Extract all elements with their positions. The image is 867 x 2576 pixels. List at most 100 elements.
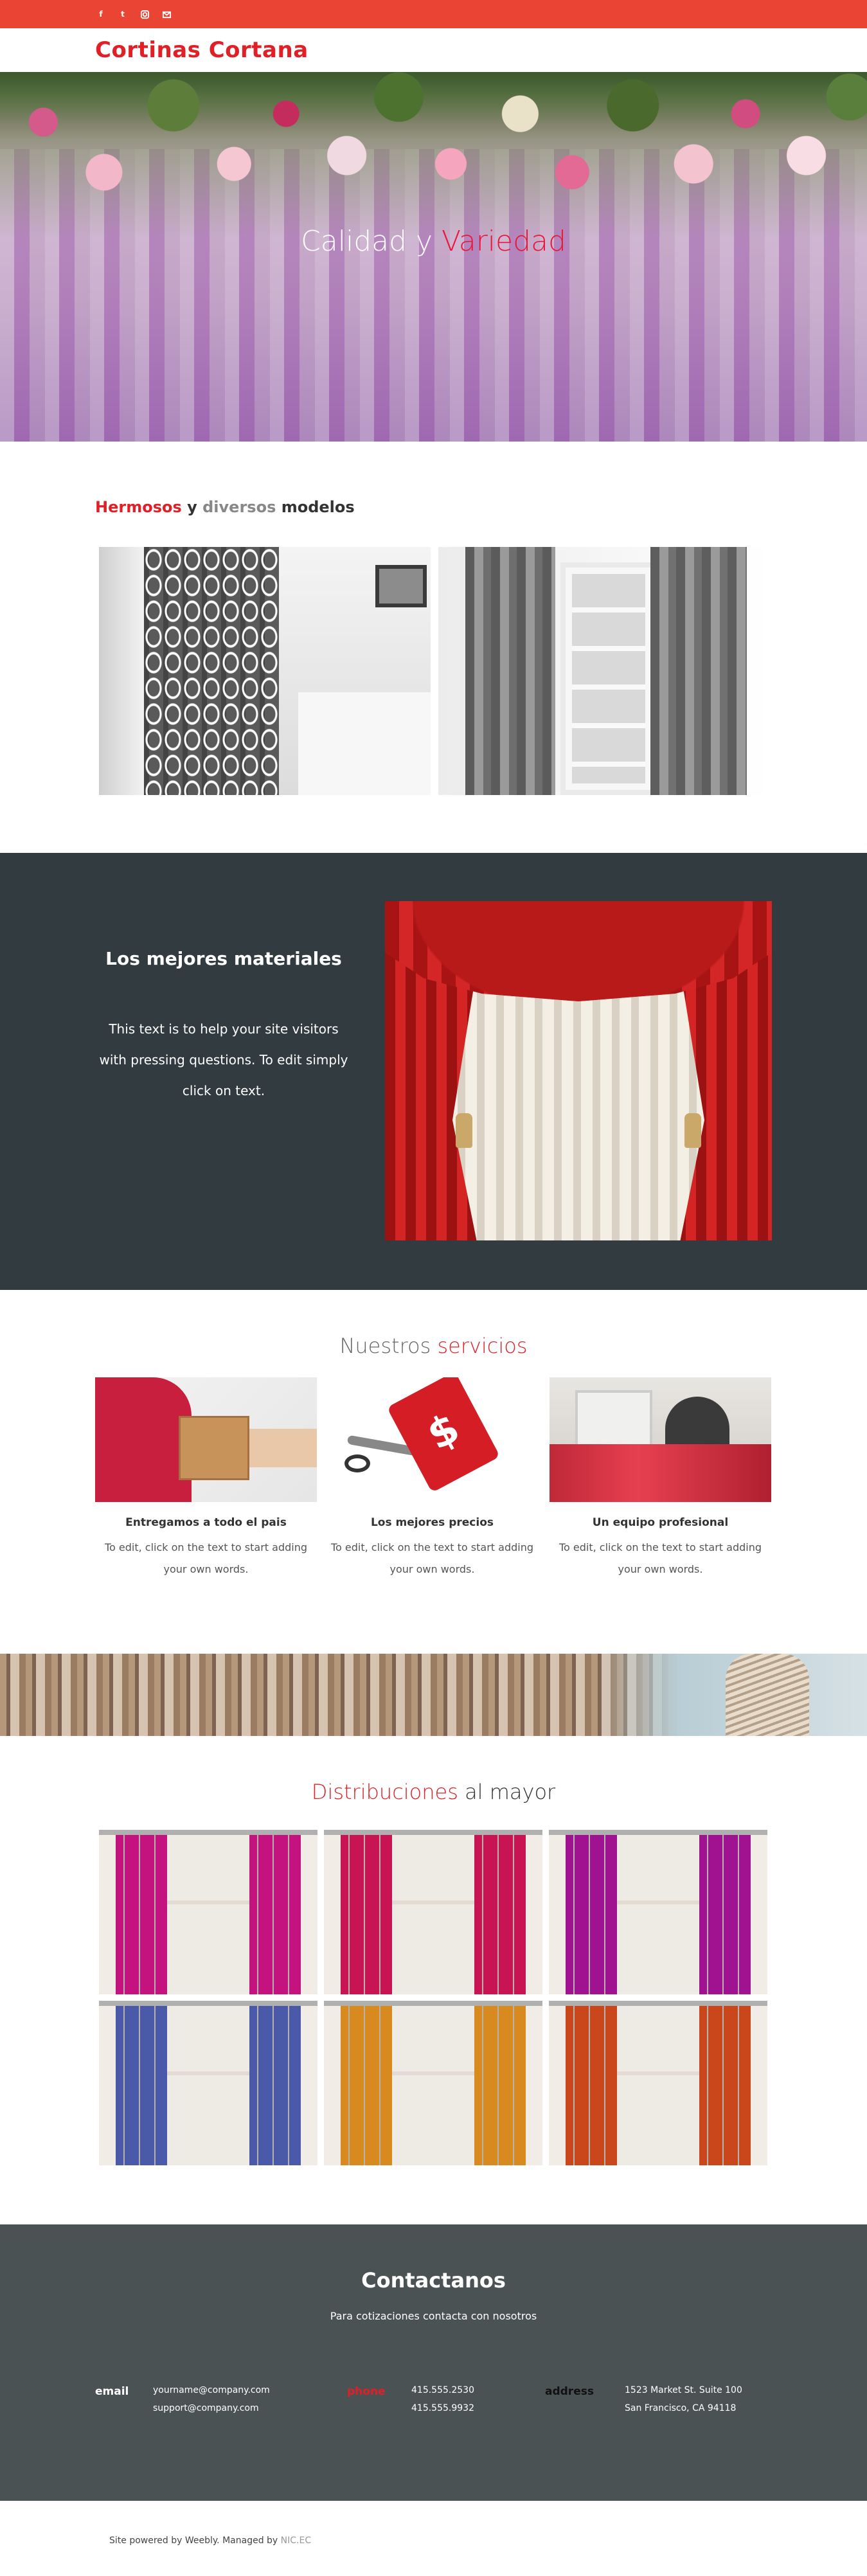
curtain-left-shape (116, 2001, 167, 2165)
distribution-section: Distribuciones al mayor (0, 1736, 867, 2224)
models-heading-end: modelos (276, 498, 355, 516)
window-shape (613, 2001, 703, 2165)
address-label: address (545, 2385, 594, 2398)
window-shape (163, 2001, 253, 2165)
services-heading: Nuestros servicios (0, 1334, 867, 1358)
window-shape (388, 1830, 478, 1994)
materials-text: This text is to help your site visitors … (99, 1021, 348, 1098)
service-title: Entregamos a todo el pais (125, 1516, 287, 1529)
phone-label: phone (347, 2385, 386, 2398)
site-title[interactable]: Cortinas Cortana (95, 37, 308, 63)
curtain-rod-shape (324, 1830, 542, 1835)
curtain-right-shape (474, 1830, 526, 1994)
seamstress-image[interactable] (550, 1377, 771, 1502)
curtain-right-shape (249, 1830, 301, 1994)
curtain-left-shape (465, 547, 555, 795)
phone-number[interactable]: 415.555.2530 (411, 2381, 474, 2399)
dollar-tag-shape (386, 1377, 501, 1493)
curtain-right-shape (650, 547, 747, 795)
distribution-heading-end: al mayor (458, 1780, 556, 1804)
color-curtain-image[interactable] (324, 2001, 542, 2165)
curtain-left-shape (116, 1830, 167, 1994)
scissors-handle-shape (344, 1454, 370, 1472)
color-curtain-image[interactable] (549, 1830, 767, 1994)
curtain-right-shape (699, 1830, 751, 1994)
curtain-rod-shape (99, 2001, 317, 2006)
twitter-icon[interactable]: t (117, 8, 129, 20)
color-curtain-image[interactable] (99, 2001, 317, 2165)
address-line: 1523 Market St. Suite 100 (625, 2385, 742, 2395)
curtain-left-shape (566, 2001, 617, 2165)
curtain-rod-shape (549, 1830, 767, 1835)
models-gallery (99, 547, 867, 795)
service-text: To edit, click on the text to start addi… (559, 1541, 762, 1575)
service-text: To edit, click on the text to start addi… (330, 1541, 534, 1575)
price-tag-image[interactable] (321, 1377, 543, 1502)
shelf-shape (99, 547, 144, 795)
courier-shape (95, 1377, 192, 1502)
service-card-team: Un equipo profesional To edit, click on … (550, 1377, 771, 1580)
models-section: Hermosos y diversos modelos (0, 442, 867, 853)
color-curtain-image[interactable] (324, 1830, 542, 1994)
instagram-icon[interactable] (139, 8, 150, 20)
window-shape (613, 1830, 703, 1994)
mail-icon[interactable] (161, 8, 172, 20)
fabric-band-image (0, 1654, 867, 1736)
service-title: Los mejores precios (370, 1516, 494, 1529)
models-heading: Hermosos y diversos modelos (95, 498, 867, 516)
materials-section: Los mejores materiales This text is to h… (0, 853, 867, 1290)
services-heading-red: servicios (437, 1334, 528, 1358)
hero-banner: Calidad y Variedad (0, 72, 867, 442)
contact-email: email yourname@company.com support@compa… (95, 2385, 270, 2413)
email-link[interactable]: yourname@company.com (153, 2381, 270, 2399)
contact-address: address 1523 Market St. Suite 100 San Fr… (545, 2385, 742, 2413)
phone-number[interactable]: 415.555.9932 (411, 2399, 474, 2417)
models-heading-red: Hermosos (95, 498, 182, 516)
hero-title-part2: Variedad (442, 225, 566, 258)
red-stage-curtain-image[interactable] (385, 901, 772, 1240)
facebook-icon[interactable]: f (95, 8, 107, 20)
address-values: 1523 Market St. Suite 100 San Francisco,… (625, 2381, 742, 2417)
curtain-right-shape (249, 2001, 301, 2165)
materials-heading: Los mejores materiales (105, 948, 342, 969)
color-curtain-image[interactable] (99, 1830, 317, 1994)
hero-flowers-image (0, 72, 867, 239)
service-card-prices: Los mejores precios To edit, click on th… (321, 1377, 543, 1580)
models-heading-mid: y (181, 498, 203, 516)
grey-curtain-image[interactable] (438, 547, 770, 795)
distribution-heading-red: Distribuciones (311, 1780, 458, 1804)
window-shape (388, 2001, 478, 2165)
footer-text: Site powered by Weebly. Managed by NIC.E… (109, 2536, 311, 2546)
curtain-panel-shape (144, 547, 279, 795)
curtain-rod-shape (324, 2001, 542, 2006)
curtain-right-shape (699, 2001, 751, 2165)
contact-heading: Contactanos (361, 2268, 506, 2293)
email-label: email (95, 2385, 129, 2398)
band-tassel-shape (726, 1654, 809, 1736)
hands-shape (249, 1429, 317, 1467)
distribution-heading: Distribuciones al mayor (0, 1780, 867, 1804)
curtain-left-shape (341, 1830, 392, 1994)
hero-title-part1: Calidad y (301, 225, 442, 258)
tassel-right-shape (684, 1113, 701, 1148)
service-text: To edit, click on the text to start addi… (104, 1541, 308, 1575)
email-link[interactable]: support@company.com (153, 2399, 270, 2417)
delivery-image[interactable] (95, 1377, 317, 1502)
contact-section: Contactanos Para cotizaciones contacta c… (0, 2224, 867, 2501)
hero-title: Calidad y Variedad (0, 225, 867, 258)
color-curtain-image[interactable] (549, 2001, 767, 2165)
service-card-delivery: Entregamos a todo el pais To edit, click… (95, 1377, 317, 1580)
service-title: Un equipo profesional (592, 1516, 729, 1529)
package-shape (179, 1416, 249, 1480)
curtain-left-shape (566, 1830, 617, 1994)
page: f t Cortinas Cortana Calidad y Variedad … (0, 0, 867, 2573)
phone-values: 415.555.2530 415.555.9932 (411, 2381, 474, 2417)
email-values: yourname@company.com support@company.com (153, 2381, 270, 2417)
social-bar: f t (0, 0, 867, 28)
address-line: San Francisco, CA 94118 (625, 2403, 737, 2413)
red-fabric-shape (550, 1444, 771, 1502)
patterned-curtain-image[interactable] (99, 547, 431, 795)
services-section: Nuestros servicios Entregamos a todo el … (0, 1290, 867, 1654)
picture-frame-shape (375, 565, 427, 607)
footer-link[interactable]: NIC.EC (281, 2536, 311, 2546)
